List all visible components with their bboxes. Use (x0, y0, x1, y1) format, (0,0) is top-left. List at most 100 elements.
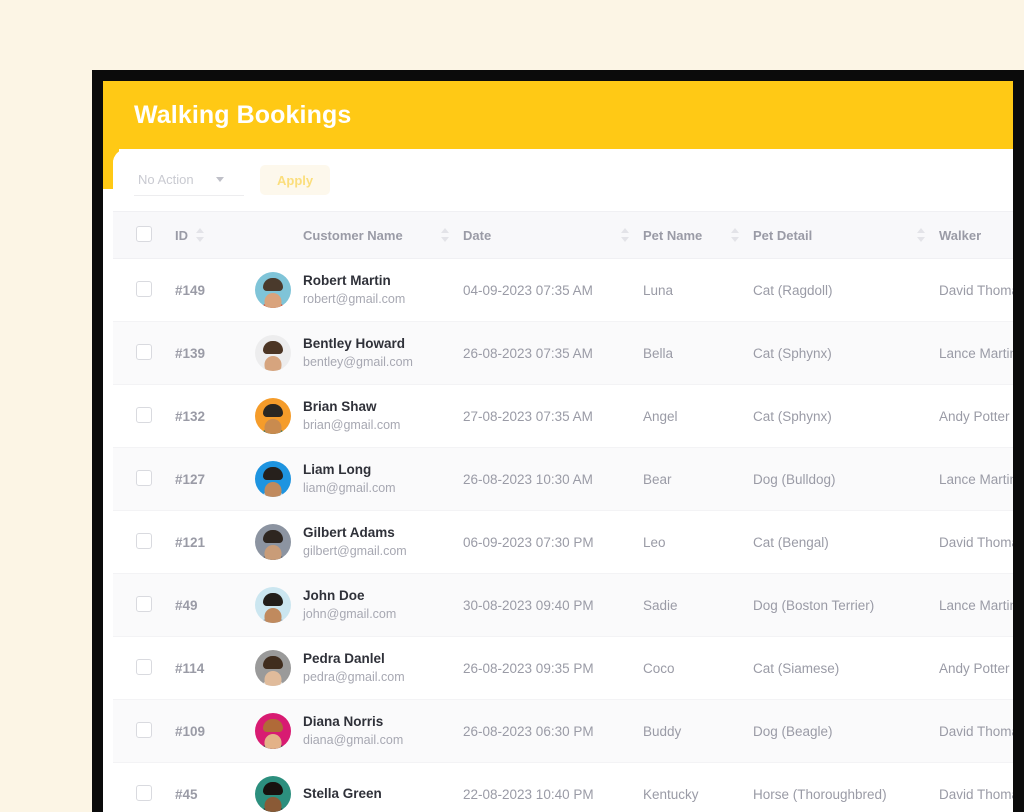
pet-name: Kentucky (643, 762, 753, 812)
row-checkbox[interactable] (136, 343, 152, 360)
booking-id[interactable]: #114 (175, 636, 255, 700)
row-select-cell (113, 573, 175, 637)
table-row[interactable]: #109 Diana Norris diana@gmail.com 26-08-202… (113, 699, 1013, 763)
table-row[interactable]: #121 Gilbert Adams gilbert@gmail.com 06-09-… (113, 510, 1013, 574)
customer-email: robert@gmail.com (303, 291, 406, 306)
customer-name: Pedra Danlel (303, 651, 385, 667)
sort-icon[interactable] (917, 228, 925, 242)
sort-icon[interactable] (731, 228, 739, 242)
row-checkbox[interactable] (136, 595, 152, 612)
customer-cell: Gilbert Adams gilbert@gmail.com (255, 510, 463, 574)
row-checkbox[interactable] (136, 721, 152, 738)
pet-detail: Cat (Sphynx) (753, 321, 939, 385)
pet-detail: Dog (Beagle) (753, 699, 939, 763)
bulk-action-select[interactable]: No Action (134, 164, 244, 196)
th-walker[interactable]: Walker (939, 211, 1013, 259)
table-row[interactable]: #45 Stella Green 22-08-2023 10:40 PM Kentuc… (113, 762, 1013, 812)
booking-date: 06-09-2023 07:30 PM (463, 510, 643, 574)
customer-name: Bentley Howard (303, 336, 406, 352)
sort-icon[interactable] (196, 228, 204, 242)
th-customer-name[interactable]: Customer Name (255, 211, 463, 259)
pet-name: Leo (643, 510, 753, 574)
booking-date: 22-08-2023 10:40 PM (463, 762, 643, 812)
customer-cell: Liam Long liam@gmail.com (255, 447, 463, 511)
walker-name: Lance Martin (939, 447, 1013, 511)
walker-name: Lance Martin (939, 321, 1013, 385)
customer-name: Liam Long (303, 462, 372, 478)
table-head: ID Customer Name Date Pet Name Pet Detai… (113, 211, 1013, 259)
walker-name: Andy Potter (939, 636, 1013, 700)
th-pet-name[interactable]: Pet Name (643, 211, 753, 259)
booking-id[interactable]: #127 (175, 447, 255, 511)
customer-name: Stella Green (303, 785, 382, 801)
device-frame: Walking Bookings No Action Apply ID Cust… (92, 70, 1024, 812)
table-row[interactable]: #132 Brian Shaw brian@gmail.com 27-08-2023 … (113, 384, 1013, 448)
pet-detail: Dog (Boston Terrier) (753, 573, 939, 637)
booking-date: 04-09-2023 07:35 AM (463, 258, 643, 322)
avatar (255, 398, 291, 434)
table-row[interactable]: #49 John Doe john@gmail.com 30-08-2023 09:4… (113, 573, 1013, 637)
th-pet-detail-label: Pet Detail (753, 227, 813, 243)
table-row[interactable]: #139 Bentley Howard bentley@gmail.com 26-08… (113, 321, 1013, 385)
pet-detail: Dog (Bulldog) (753, 447, 939, 511)
table-row[interactable]: #149 Robert Martin robert@gmail.com 04-09-2… (113, 258, 1013, 322)
customer-name: Robert Martin (303, 273, 391, 289)
booking-id[interactable]: #139 (175, 321, 255, 385)
row-select-cell (113, 321, 175, 385)
booking-id[interactable]: #121 (175, 510, 255, 574)
bulk-action-select-wrapper: No Action (134, 164, 244, 196)
th-date[interactable]: Date (463, 211, 643, 259)
table-body: #149 Robert Martin robert@gmail.com 04-09-2… (113, 258, 1013, 812)
select-all-checkbox[interactable] (136, 225, 152, 242)
booking-id[interactable]: #109 (175, 699, 255, 763)
customer-email: john@gmail.com (303, 606, 397, 621)
customer-name: Diana Norris (303, 714, 384, 730)
content-card: No Action Apply ID Customer Name Date Pe… (113, 149, 1013, 812)
booking-date: 26-08-2023 06:30 PM (463, 699, 643, 763)
th-date-label: Date (463, 227, 492, 243)
row-checkbox[interactable] (136, 658, 152, 675)
row-select-cell (113, 636, 175, 700)
booking-id[interactable]: #45 (175, 762, 255, 812)
avatar (255, 587, 291, 623)
row-checkbox[interactable] (136, 280, 152, 297)
customer-email: brian@gmail.com (303, 417, 401, 432)
row-checkbox[interactable] (136, 406, 152, 423)
th-pet-detail[interactable]: Pet Detail (753, 211, 939, 259)
row-select-cell (113, 447, 175, 511)
customer-name: Gilbert Adams (303, 525, 395, 541)
apply-button[interactable]: Apply (260, 165, 331, 195)
customer-email: pedra@gmail.com (303, 669, 405, 684)
table-row[interactable]: #127 Liam Long liam@gmail.com 26-08-2023 10… (113, 447, 1013, 511)
pet-name: Bear (643, 447, 753, 511)
booking-id[interactable]: #49 (175, 573, 255, 637)
pet-name: Angel (643, 384, 753, 448)
pet-name: Sadie (643, 573, 753, 637)
customer-cell: Robert Martin robert@gmail.com (255, 258, 463, 322)
row-select-cell (113, 384, 175, 448)
customer-email: liam@gmail.com (303, 480, 396, 495)
walker-name: David Thomas (939, 258, 1013, 322)
row-select-cell (113, 510, 175, 574)
booking-id[interactable]: #132 (175, 384, 255, 448)
customer-email: bentley@gmail.com (303, 354, 413, 369)
pet-name: Buddy (643, 699, 753, 763)
walker-name: Andy Potter (939, 384, 1013, 448)
walker-name: David Thomas (939, 699, 1013, 763)
customer-name: Brian Shaw (303, 399, 377, 415)
booking-id[interactable]: #149 (175, 258, 255, 322)
booking-date: 30-08-2023 09:40 PM (463, 573, 643, 637)
pet-detail: Horse (Thoroughbred) (753, 762, 939, 812)
row-checkbox[interactable] (136, 469, 152, 486)
row-checkbox[interactable] (136, 784, 152, 801)
row-select-cell (113, 258, 175, 322)
row-checkbox[interactable] (136, 532, 152, 549)
sort-icon[interactable] (441, 228, 449, 242)
pet-name: Bella (643, 321, 753, 385)
th-id[interactable]: ID (175, 211, 255, 259)
table-header-row: ID Customer Name Date Pet Name Pet Detai… (113, 211, 1013, 259)
table-row[interactable]: #114 Pedra Danlel pedra@gmail.com 26-08-202… (113, 636, 1013, 700)
avatar (255, 776, 291, 812)
th-select-all (113, 211, 175, 259)
sort-icon[interactable] (621, 228, 629, 242)
